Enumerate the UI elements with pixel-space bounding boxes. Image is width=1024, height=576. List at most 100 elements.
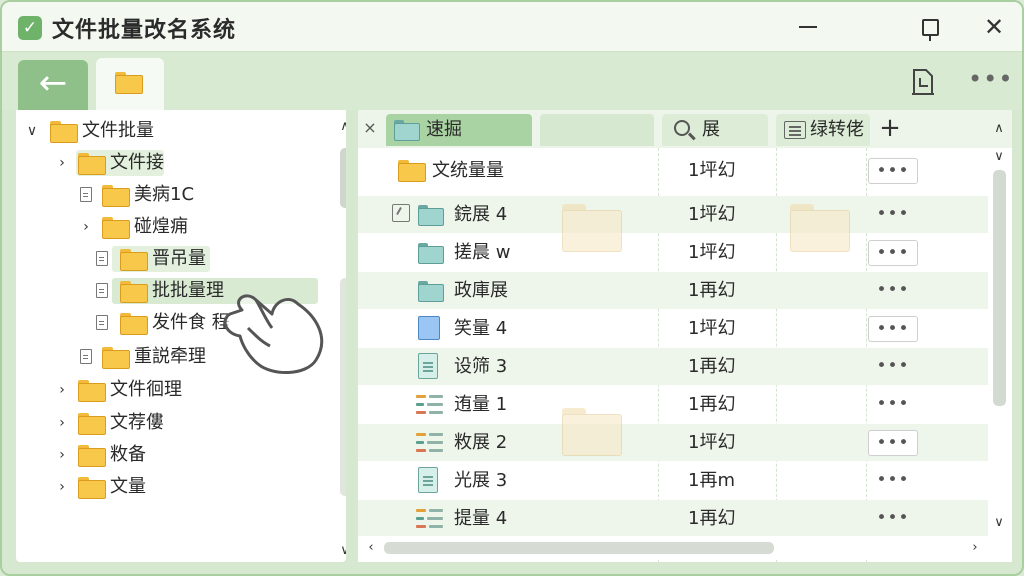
maximize-icon (921, 18, 939, 41)
scroll-down-button[interactable]: ∨ (334, 542, 346, 560)
teal-folder-icon (394, 120, 420, 141)
file-row[interactable]: 迶量 1 1再幻 ••• (358, 386, 988, 423)
scroll-down-small-icon[interactable]: ∨ (988, 148, 1010, 166)
tab-label: 展 (702, 119, 720, 140)
add-tab-button[interactable]: + (872, 114, 908, 144)
chevron-right-icon[interactable]: › (54, 379, 70, 401)
file-row[interactable]: 笑量 4 1坪幻 ••• (358, 310, 988, 347)
export-file-icon[interactable] (908, 66, 938, 98)
row-more-button[interactable]: ••• (868, 158, 918, 184)
document-icon (96, 251, 108, 266)
file-list-pane: × 速掘 展 绿转佬 + 文统量量 1坪幻 ••• 鋎展 4 1坪幻 ••• 搓… (358, 110, 1012, 562)
chevron-right-icon[interactable]: › (54, 152, 70, 174)
chevron-right-icon[interactable]: › (78, 216, 94, 238)
check-icon: ✓ (18, 16, 42, 40)
document-icon (96, 283, 108, 298)
file-row[interactable]: 政庫展 1再幻 ••• (358, 272, 988, 309)
scroll-right-button[interactable]: › (964, 539, 986, 557)
tree-scrollbar[interactable]: ∧ ∨ (334, 118, 346, 562)
file-row[interactable]: 光展 3 1再m ••• (358, 462, 988, 499)
folder-icon (120, 313, 148, 335)
tab[interactable] (540, 114, 654, 146)
folder-icon (78, 445, 106, 467)
file-name: 文统量量 (432, 160, 504, 181)
scroll-up-button[interactable]: ∧ (988, 120, 1010, 138)
scroll-left-button[interactable]: ‹ (360, 539, 382, 557)
drag-ghost-folder-icon (790, 204, 850, 252)
file-row[interactable]: 敉展 2 1坪幻 ••• (358, 424, 988, 461)
minimize-button[interactable] (788, 10, 828, 44)
more-options-button[interactable]: ••• (968, 64, 1012, 98)
file-size: 1再幻 (688, 356, 736, 377)
file-name: 敉展 2 (454, 432, 508, 453)
tree-item[interactable]: › 文荐僂 (16, 408, 316, 438)
row-more-button[interactable]: ••• (868, 392, 918, 418)
chevron-down-icon[interactable]: ∨ (24, 120, 40, 142)
row-more-button[interactable]: ••• (868, 354, 918, 380)
tree-item-label: 文件接 (110, 152, 164, 173)
file-name: 光展 3 (454, 470, 508, 491)
row-more-button[interactable]: ••• (868, 278, 918, 304)
document-icon (418, 467, 438, 493)
scroll-up-button[interactable]: ∧ (334, 118, 346, 136)
folder-tab[interactable] (96, 58, 164, 110)
folder-icon (78, 413, 106, 435)
file-row[interactable]: 搓晨 w 1坪幻 ••• (358, 234, 988, 271)
file-row[interactable]: 设筛 3 1再幻 ••• (358, 348, 988, 385)
tree-item[interactable]: › 文件接 (16, 148, 316, 178)
tree-item-label: 敉备 (110, 444, 146, 465)
folder-icon (102, 347, 130, 369)
file-size: 1坪幻 (688, 432, 736, 453)
chevron-right-icon[interactable]: › (54, 412, 70, 434)
tree-item[interactable]: 晋吊量 (16, 244, 316, 274)
tree-item[interactable]: › 敉备 (16, 440, 316, 470)
tab-label: 速掘 (426, 119, 462, 140)
row-more-button[interactable]: ••• (868, 430, 918, 456)
close-tab-button[interactable]: × (360, 116, 380, 140)
folder-icon (78, 153, 106, 175)
hand-cursor-icon (223, 294, 324, 375)
tree-item[interactable]: › 文量 (16, 472, 316, 502)
tab-active[interactable]: 速掘 (386, 114, 532, 146)
row-more-button[interactable]: ••• (868, 202, 918, 228)
folder-icon (120, 249, 148, 271)
row-more-button[interactable]: ••• (868, 468, 918, 494)
file-row[interactable]: 文统量量 1坪幻 ••• (358, 152, 988, 189)
tree-item-label: 文件徊理 (110, 379, 182, 400)
maximize-button[interactable] (910, 10, 950, 44)
file-row[interactable]: 鋎展 4 1坪幻 ••• (358, 196, 988, 233)
scrollbar-thumb[interactable] (384, 542, 774, 554)
tab-search[interactable]: 展 (662, 114, 768, 146)
list-icon (784, 121, 806, 139)
toolbar: ← ••• (2, 52, 1022, 110)
chevron-right-icon[interactable]: › (54, 444, 70, 466)
teal-folder-icon (418, 243, 444, 264)
tree-item[interactable]: › 碰煌痈 (16, 212, 316, 242)
chevron-right-icon[interactable]: › (54, 476, 70, 498)
tree-item-label: 美病1C (134, 184, 195, 205)
scrollbar-thumb[interactable] (993, 170, 1006, 406)
more-horizontal-icon: ••• (968, 65, 1014, 93)
document-icon (418, 353, 438, 379)
teal-folder-icon (418, 205, 444, 226)
back-button[interactable]: ← (18, 60, 88, 110)
teal-folder-icon (418, 281, 444, 302)
folder-icon (78, 477, 106, 499)
scroll-down-button[interactable]: ∨ (988, 514, 1010, 532)
app-window: ✓ 文件批量改名系统 ✕ ← ••• ∨ 文件批量 › 文件接 美病1C › 碰… (0, 0, 1024, 576)
folder-icon (78, 380, 106, 402)
file-row[interactable]: 提量 4 1再幻 ••• (358, 500, 988, 537)
scrollbar-track[interactable] (340, 278, 346, 496)
close-button[interactable]: ✕ (974, 10, 1014, 44)
tree-item[interactable]: ∨ 文件批量 (16, 116, 316, 146)
tree-item[interactable]: 美病1C (16, 180, 316, 210)
tab-list[interactable]: 绿转佬 (776, 114, 870, 146)
scrollbar-thumb[interactable] (340, 148, 346, 208)
file-name: 提量 4 (454, 508, 508, 529)
file-list-horizontal-scrollbar[interactable]: ‹ › (358, 536, 988, 560)
row-more-button[interactable]: ••• (868, 316, 918, 342)
file-list-vertical-scrollbar[interactable]: ∧ ∨ ∨ (988, 120, 1010, 532)
list-file-icon (416, 432, 444, 454)
row-more-button[interactable]: ••• (868, 506, 918, 532)
row-more-button[interactable]: ••• (868, 240, 918, 266)
